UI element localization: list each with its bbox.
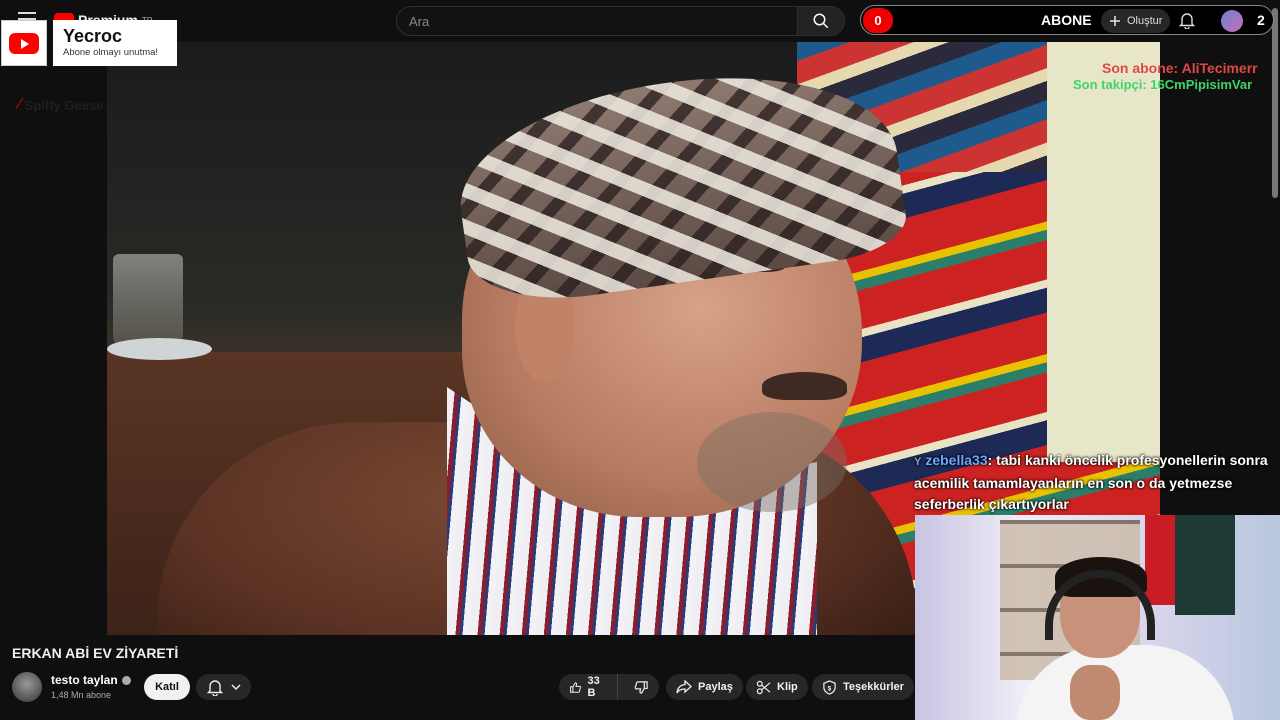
chevron-down-icon — [230, 684, 241, 691]
bell-icon — [1179, 13, 1195, 29]
bell-icon — [206, 679, 223, 696]
search-button[interactable] — [797, 6, 845, 36]
video-mustache — [762, 372, 847, 400]
video-tea-glass — [113, 254, 183, 349]
plus-icon — [1110, 16, 1120, 26]
like-button[interactable]: 33 B — [559, 674, 618, 700]
dislike-icon — [634, 680, 648, 694]
create-label: Oluştur — [1127, 15, 1163, 27]
youtube-logo-icon — [9, 32, 39, 54]
last-subscriber-text: Son abone: AliTecimerr — [1102, 60, 1258, 76]
thanks-button[interactable]: $ Teşekkürler — [812, 674, 914, 700]
subscription-notification-button[interactable] — [196, 674, 251, 700]
notifications-count: 2 — [1257, 12, 1265, 28]
watermark-logo: ∕ Spiffy Geese — [18, 96, 103, 114]
subscriber-count-badge: 0 — [863, 8, 893, 33]
video-beard — [697, 412, 847, 512]
scissors-icon — [756, 680, 771, 694]
watermark-icon: ∕ — [18, 96, 21, 113]
video-bright-wall — [1047, 42, 1160, 462]
subscribe-label: ABONE — [1041, 12, 1092, 28]
video-title: ERKAN ABİ EV ZİYARETİ — [12, 645, 179, 661]
webcam-person-hand — [1070, 665, 1120, 720]
channel-owner-name: testo taylan — [51, 673, 118, 687]
channel-tagline: Abone olmayı unutma! — [63, 47, 159, 58]
dislike-button[interactable] — [624, 674, 659, 700]
subscriber-goal-bar: 0 ABONE Oluştur 2 — [860, 5, 1274, 35]
like-count: 33 B — [587, 675, 600, 699]
search-input[interactable] — [397, 7, 797, 35]
youtube-watch-page: Premium TR Yecroc Abone — [0, 0, 1280, 720]
scrollbar-thumb[interactable] — [1272, 8, 1278, 198]
last-follower-text: Son takipçi: 16CmPipisimVar — [1073, 77, 1253, 92]
notifications-button[interactable] — [1179, 12, 1195, 29]
video-saucer — [107, 338, 212, 360]
join-button[interactable]: Katıl — [144, 674, 190, 700]
like-dislike-group: 33 B — [559, 674, 659, 700]
channel-card-overlay: Yecroc Abone olmayı unutma! — [1, 20, 177, 66]
webcam-jersey — [1175, 515, 1235, 615]
share-label: Paylaş — [698, 681, 733, 693]
channel-info: Yecroc Abone olmayı unutma! — [53, 20, 177, 66]
channel-subscriber-count: 1,48 Mn abone — [51, 690, 112, 700]
svg-text:$: $ — [828, 685, 832, 692]
create-button[interactable]: Oluştur — [1101, 9, 1171, 33]
chat-username: zebella33 — [925, 452, 988, 468]
clip-button[interactable]: Klip — [746, 674, 808, 700]
channel-logo — [1, 20, 47, 66]
verified-icon — [121, 675, 131, 685]
webcam-overlay — [915, 515, 1280, 720]
share-button[interactable]: Paylaş — [666, 674, 743, 700]
watermark-text: Spiffy Geese — [24, 97, 104, 113]
chat-message: Yzebella33: tabi kanki öncelik profesyon… — [914, 450, 1274, 515]
share-icon — [676, 680, 692, 694]
search-icon — [813, 13, 829, 29]
search-box — [396, 6, 798, 36]
like-icon — [570, 681, 581, 693]
thanks-label: Teşekkürler — [843, 681, 904, 693]
page-scrollbar[interactable] — [1270, 0, 1280, 200]
clip-label: Klip — [777, 681, 798, 693]
channel-name: Yecroc — [63, 26, 123, 46]
chat-badge-icon: Y — [914, 456, 922, 468]
channel-owner[interactable]: testo taylan — [51, 673, 131, 687]
thanks-icon: $ — [823, 679, 836, 695]
avatar[interactable] — [1221, 10, 1243, 32]
channel-avatar[interactable] — [12, 672, 42, 702]
